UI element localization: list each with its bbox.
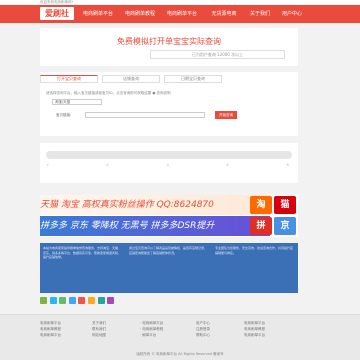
query-tabs: 打开宝贝查询 店铺查询 日期宝贝查询 <box>40 72 320 85</box>
site-footer: 电商刷单平台 电商刷单教程 电商刷单平台 关于我们 联系我们 网站地图 · 电商… <box>0 314 360 360</box>
share-qzone-icon[interactable] <box>68 297 76 304</box>
step-4: ④ <box>226 163 230 167</box>
footer-col-3: · 电商刷单平台 · 电商刷单教程 · 刷单平台 <box>140 320 163 338</box>
step-3: ③ <box>166 163 170 167</box>
platform-select[interactable]: 淘宝/天猫 <box>52 99 102 105</box>
copyright: 版权所有 © 电商刷单平台 All Rights Reserved 备案号 <box>136 352 224 356</box>
query-tip: 请选择查询平台，输入宝贝链接或者宝贝ID，点击查询即可获取结果 ● 查询说明 <box>46 91 171 95</box>
step-1: ① <box>46 163 50 167</box>
share-renren-icon[interactable] <box>97 297 105 304</box>
nav-item-1[interactable]: 电商刷单平台 <box>80 5 116 23</box>
link-label: 宝贝链接: <box>56 113 72 117</box>
tmall-icon: 猫 <box>274 196 296 214</box>
hero-title: 免费模拟打开单宝宝实际查询 <box>117 37 221 46</box>
tab-item-query[interactable]: 打开宝贝查询 <box>40 75 98 83</box>
tab-shop-query[interactable]: 店铺查询 <box>102 75 160 83</box>
top-bar-text: 欢迎来到电商刷单网! <box>40 0 73 4</box>
info-col-1: 本站为电商卖家提供刷单信誉查询服务，支持淘宝、天猫、京东、拼多多等平台，数据真实… <box>43 246 122 259</box>
query-panel: 打开宝贝查询 店铺查询 日期宝贝查询 请选择查询平台，输入宝贝链接或者宝贝ID，… <box>40 72 298 136</box>
footer-col-5: 电商刷单平台 电商刷单教程 电商刷单平台 <box>244 320 265 338</box>
link-input[interactable] <box>85 112 205 118</box>
nav-item-user[interactable]: 用户中心 <box>278 5 306 23</box>
info-col-2: 通过宝贝查询可以了解商品是否被降权、是否有违规记录，店铺查询帮助您了解店铺整体状… <box>129 246 208 255</box>
footer-col-4: 用户中心 注册登录 帮助中心 <box>196 320 210 338</box>
info-col-3: 专业团队为您服务，安全高效，欢迎咨询合作，共同提升店铺销量与排名。 <box>215 246 294 255</box>
share-moments-icon[interactable] <box>59 297 67 304</box>
jd-icon: 京 <box>274 217 296 235</box>
nav-item-5[interactable]: 关于我们 <box>246 5 274 23</box>
share-wechat-icon[interactable] <box>40 297 47 304</box>
banner-line-2: 拼多多 京东 零降权 无黑号 拼多多DSR提升 <box>40 216 270 236</box>
step-2: ② <box>106 163 110 167</box>
footer-link[interactable]: 网站地图 <box>92 332 106 338</box>
nav-item-4[interactable]: 无货源电商 <box>204 5 244 23</box>
top-bar: 欢迎来到电商刷单网! <box>0 0 360 4</box>
site-logo[interactable]: 爱刷社 <box>40 7 74 20</box>
main-nav: 爱刷社 电商刷单平台 电商刷单教程 电商刷单平台 无货源电商 关于我们 用户中心 <box>0 5 360 23</box>
footer-link[interactable]: · 刷单平台 <box>140 332 163 338</box>
footer-col-1: 电商刷单平台 电商刷单教程 电商刷单平台 <box>40 320 61 338</box>
ad-banner[interactable]: 天猫 淘宝 高权真实粉丝操作 QQ:8624870 拼多多 京东 零降权 无黑号… <box>40 195 298 237</box>
share-douban-icon[interactable] <box>87 297 95 304</box>
nav-item-3[interactable]: 电商刷单平台 <box>162 5 202 23</box>
banner-line-1: 天猫 淘宝 高权真实粉丝操作 QQ:8624870 <box>40 195 270 215</box>
hero-panel: 免费模拟打开单宝宝实际查询 已为用户查询 12000 次以上 <box>40 28 298 66</box>
footer-link[interactable]: 电商刷单平台 <box>40 332 61 338</box>
taobao-icon: 淘 <box>250 196 272 214</box>
pinduoduo-icon: 拼 <box>250 217 272 235</box>
share-qq-icon[interactable] <box>49 297 57 304</box>
progress-bar <box>46 151 292 159</box>
nav-item-2[interactable]: 电商刷单教程 <box>120 5 160 23</box>
footer-link[interactable]: 电商刷单平台 <box>244 332 265 338</box>
footer-link[interactable]: 帮助中心 <box>196 332 210 338</box>
progress-panel: ① ② ③ ④ ⑤ <box>40 143 298 183</box>
step-5: ⑤ <box>286 163 290 167</box>
hero-subtitle: 已为用户查询 12000 次以上 <box>150 50 285 59</box>
share-more-icon[interactable] <box>107 297 115 304</box>
info-block: 本站为电商卖家提供刷单信誉查询服务，支持淘宝、天猫、京东、拼多多等平台，数据真实… <box>40 243 298 293</box>
share-weibo-icon[interactable] <box>78 297 86 304</box>
tab-date-query[interactable]: 日期宝贝查询 <box>164 75 222 83</box>
footer-col-2: 关于我们 联系我们 网站地图 <box>92 320 106 338</box>
query-button[interactable]: 开始查询 <box>215 111 237 119</box>
share-bar <box>40 297 115 305</box>
